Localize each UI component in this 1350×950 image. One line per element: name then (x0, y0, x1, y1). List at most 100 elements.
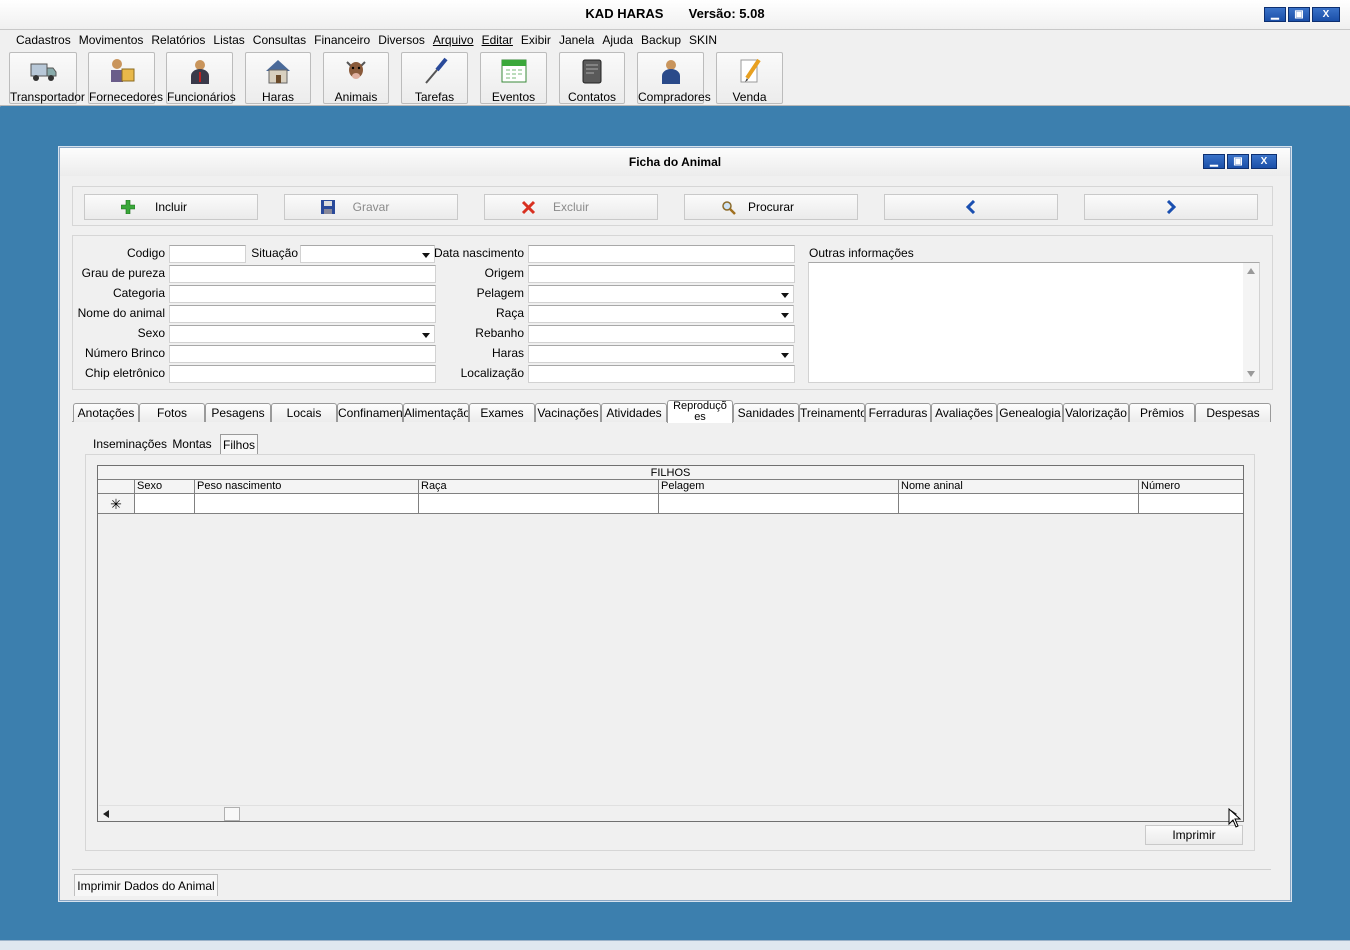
contatos-label: Contatos (567, 90, 617, 104)
grau-pureza-field[interactable] (169, 265, 436, 283)
incluir-label: Incluir (154, 200, 187, 214)
column-header-sexo[interactable]: Sexo (135, 480, 195, 494)
numero-brinco-field[interactable] (169, 345, 436, 363)
tab-sanidades[interactable]: Sanidades (733, 403, 799, 422)
menu-diversos[interactable]: Diversos (374, 30, 429, 50)
tab-despesas[interactable]: Despesas (1195, 403, 1271, 422)
eventos-button[interactable]: Eventos (480, 52, 547, 104)
menu-arquivo[interactable]: Arquivo (429, 30, 478, 50)
tab-vacinacoes[interactable]: Vacinações (535, 403, 601, 422)
excluir-button[interactable]: Excluir (484, 194, 658, 220)
tab-premios[interactable]: Prêmios (1129, 403, 1195, 422)
tab-confinamento[interactable]: Confinamen (337, 403, 403, 422)
compradores-button[interactable]: Compradores (637, 52, 711, 104)
subtab-inseminacoes[interactable]: Inseminações (93, 434, 167, 454)
menu-ajuda[interactable]: Ajuda (598, 30, 637, 50)
chip-eletronico-field[interactable] (169, 365, 436, 383)
menu-financeiro[interactable]: Financeiro (310, 30, 374, 50)
tab-ferraduras[interactable]: Ferraduras (865, 403, 931, 422)
tab-avaliacoes[interactable]: Avaliações (931, 403, 997, 422)
arrow-left-icon (965, 200, 976, 214)
outras-informacoes-textarea[interactable] (808, 262, 1260, 383)
data-nascimento-field[interactable] (528, 245, 795, 263)
next-record-button[interactable] (1084, 194, 1258, 220)
situacao-select[interactable] (300, 245, 435, 263)
funcionarios-button[interactable]: Funcionários (166, 52, 236, 104)
menu-backup[interactable]: Backup (637, 30, 685, 50)
menu-listas[interactable]: Listas (209, 30, 248, 50)
tab-pesagens[interactable]: Pesagens (205, 403, 271, 422)
subtab-filhos[interactable]: Filhos (220, 434, 258, 454)
ficha-close-button[interactable]: X (1251, 154, 1277, 169)
origem-field[interactable] (528, 265, 795, 283)
tab-locais[interactable]: Locais (271, 403, 337, 422)
menu-movimentos[interactable]: Movimentos (75, 30, 148, 50)
procurar-button[interactable]: Procurar (684, 194, 858, 220)
incluir-button[interactable]: Incluir (84, 194, 258, 220)
minimize-button[interactable]: ▁ (1264, 7, 1286, 22)
ficha-maximize-button[interactable]: ▣ (1227, 154, 1249, 169)
venda-button[interactable]: Venda (716, 52, 783, 104)
tab-fotos[interactable]: Fotos (139, 403, 205, 422)
gravar-button[interactable]: Gravar (284, 194, 458, 220)
haras-select[interactable] (528, 345, 794, 363)
column-header-nome[interactable]: Nome aninal (899, 480, 1139, 494)
scroll-down-icon[interactable] (1247, 371, 1255, 377)
previous-record-button[interactable] (884, 194, 1058, 220)
transportador-button[interactable]: Transportador (9, 52, 85, 104)
new-row-nome-cell[interactable] (899, 494, 1139, 514)
menu-editar[interactable]: Editar (478, 30, 517, 50)
grid-horizontal-scrollbar[interactable] (99, 805, 1242, 821)
tab-anotacoes[interactable]: Anotações (73, 403, 139, 422)
localizacao-field[interactable] (528, 365, 795, 383)
tab-genealogia[interactable]: Genealogia (997, 403, 1063, 422)
subtab-montas[interactable]: Montas (170, 434, 214, 454)
imprimir-dados-animal-tab[interactable]: Imprimir Dados do Animal (74, 874, 218, 896)
scroll-thumb[interactable] (224, 807, 240, 821)
pelagem-label: Pelagem (476, 286, 524, 300)
tab-reproducoes[interactable]: Reproduçõ es (667, 400, 733, 423)
scroll-left-icon[interactable] (103, 810, 109, 818)
haras-button[interactable]: Haras (245, 52, 311, 104)
imprimir-button[interactable]: Imprimir (1145, 825, 1243, 845)
close-button[interactable]: X (1312, 7, 1340, 22)
tab-alimentacao[interactable]: Alimentação (403, 403, 469, 422)
new-row-peso-cell[interactable] (195, 494, 419, 514)
animais-button[interactable]: Animais (323, 52, 389, 104)
origem-label: Origem (484, 266, 524, 280)
menu-consultas[interactable]: Consultas (249, 30, 310, 50)
column-header-peso[interactable]: Peso nascimento (195, 480, 419, 494)
menu-janela[interactable]: Janela (555, 30, 598, 50)
categoria-field[interactable] (169, 285, 436, 303)
new-row-pelagem-cell[interactable] (659, 494, 899, 514)
truck-icon (30, 63, 57, 81)
column-header-numero[interactable]: Número (1139, 480, 1243, 494)
ficha-minimize-button[interactable]: ▁ (1203, 154, 1225, 169)
rebanho-field[interactable] (528, 325, 795, 343)
sexo-select[interactable] (169, 325, 435, 343)
tab-exames[interactable]: Exames (469, 403, 535, 422)
pelagem-select[interactable] (528, 285, 794, 303)
contatos-button[interactable]: Contatos (559, 52, 625, 104)
fornecedores-button[interactable]: Fornecedores (88, 52, 163, 104)
nome-animal-field[interactable] (169, 305, 436, 323)
app-window-controls: ▁ ▣ X (1264, 7, 1340, 22)
column-header-pelagem[interactable]: Pelagem (659, 480, 899, 494)
new-row-sexo-cell[interactable] (135, 494, 195, 514)
tab-treinamentos[interactable]: Treinamentos (799, 403, 865, 422)
menu-skin[interactable]: SKIN (685, 30, 721, 50)
new-row-numero-cell[interactable] (1139, 494, 1243, 514)
raca-select[interactable] (528, 305, 794, 323)
scroll-up-icon[interactable] (1247, 268, 1255, 274)
menu-exibir[interactable]: Exibir (517, 30, 555, 50)
column-header-raca[interactable]: Raça (419, 480, 659, 494)
menu-cadastros[interactable]: Cadastros (12, 30, 75, 50)
codigo-field[interactable] (169, 245, 246, 263)
maximize-button[interactable]: ▣ (1288, 7, 1310, 22)
tab-atividades[interactable]: Atividades (601, 403, 667, 422)
tab-valorizacao[interactable]: Valorização (1063, 403, 1129, 422)
menu-relatorios[interactable]: Relatórios (147, 30, 209, 50)
new-row-raca-cell[interactable] (419, 494, 659, 514)
tarefas-button[interactable]: Tarefas (401, 52, 468, 104)
outras-scrollbar[interactable] (1243, 263, 1259, 382)
